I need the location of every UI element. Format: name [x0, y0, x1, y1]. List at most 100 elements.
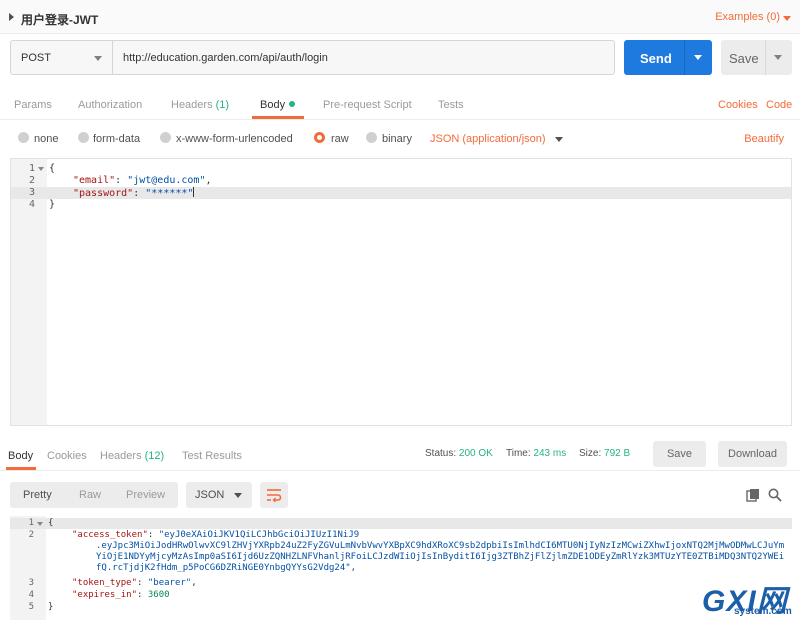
- code-line: 4 }: [11, 199, 791, 211]
- radio-none-label[interactable]: none: [34, 133, 58, 145]
- code-text: "token_type": "bearer",: [72, 578, 197, 588]
- response-tab-headers-label: Headers: [100, 450, 142, 462]
- code-line: 4 "expires_in": 3600: [10, 590, 792, 601]
- content-type-select[interactable]: JSON (application/json): [430, 133, 546, 145]
- line-number: 2: [28, 530, 34, 540]
- send-label: Send: [640, 51, 672, 66]
- code-link[interactable]: Code: [766, 99, 792, 111]
- chevron-down-icon: [94, 56, 102, 61]
- wrap-lines-button[interactable]: [260, 482, 288, 508]
- response-tab-headers-count: (12): [144, 450, 165, 462]
- request-tabs: Params Authorization Headers (1) Body Pr…: [0, 92, 800, 120]
- code-text: "expires_in": 3600: [72, 590, 170, 600]
- view-raw-button[interactable]: Raw: [79, 489, 101, 501]
- radio-raw[interactable]: [314, 132, 325, 143]
- send-options-chevron-icon[interactable]: [694, 55, 702, 60]
- code-line: 3 "token_type": "bearer",: [10, 578, 792, 589]
- code-line-wrapped: .eyJpc3MiOiJodHRwOlwvXC9lZHVjYXRpb24uZ2F…: [10, 541, 792, 581]
- fold-arrow-icon[interactable]: [38, 167, 44, 171]
- line-number: 5: [28, 602, 34, 612]
- json-key: "expires_in": [72, 590, 138, 600]
- tab-body[interactable]: Body: [260, 99, 296, 111]
- code-line: 2 "email": "jwt@edu.com",: [11, 175, 791, 187]
- response-tab-test-results[interactable]: Test Results: [182, 450, 242, 462]
- response-format-select[interactable]: JSON: [186, 482, 252, 508]
- copy-icon[interactable]: [746, 488, 760, 502]
- tab-pre-request-script[interactable]: Pre-request Script: [323, 99, 412, 111]
- text-cursor: [193, 187, 195, 197]
- json-key: "access_token": [72, 530, 148, 540]
- time-label: Time:: [506, 448, 531, 459]
- request-body-editor[interactable]: 1 { 2 "email": "jwt@edu.com", 3 "passwor…: [10, 158, 792, 426]
- radio-raw-label[interactable]: raw: [331, 133, 349, 145]
- code-text: {: [48, 518, 54, 528]
- json-punct: ,: [205, 175, 212, 186]
- json-value: 3600: [147, 590, 170, 600]
- tab-tests[interactable]: Tests: [438, 99, 464, 111]
- radio-binary[interactable]: [366, 132, 377, 143]
- save-response-button[interactable]: Save: [653, 441, 706, 467]
- beautify-link[interactable]: Beautify: [744, 133, 784, 145]
- watermark-domain: system.com: [734, 606, 792, 617]
- send-button[interactable]: Send: [624, 40, 712, 75]
- code-text: {: [49, 163, 56, 174]
- response-tab-body[interactable]: Body: [8, 450, 33, 462]
- method-select[interactable]: POST: [10, 40, 112, 75]
- save-label: Save: [729, 51, 759, 66]
- download-button[interactable]: Download: [718, 441, 787, 467]
- url-value: http://education.garden.com/api/auth/log…: [123, 52, 328, 64]
- response-body-viewer[interactable]: 1 { 2 "access_token": "eyJ0eXAiOiJKV1QiL…: [10, 516, 792, 620]
- site-watermark-logo: GXI网 system.com: [698, 576, 798, 618]
- json-value: "eyJ0eXAiOiJKV1QiLCJhbGciOiJIUzI1NiJ9: [158, 530, 360, 540]
- line-number: 3: [28, 578, 34, 588]
- json-key: "token_type": [72, 578, 138, 588]
- tab-headers-count: (1): [215, 99, 230, 111]
- json-key: "email": [73, 175, 116, 186]
- tab-headers[interactable]: Headers (1): [171, 99, 229, 111]
- view-pretty-button[interactable]: Pretty: [23, 489, 52, 501]
- code-text: }: [49, 199, 56, 210]
- chevron-down-icon: [234, 493, 242, 498]
- radio-urlencoded[interactable]: [160, 132, 171, 143]
- radio-urlencoded-label[interactable]: x-www-form-urlencoded: [176, 133, 293, 145]
- content-type-chevron-icon[interactable]: [555, 137, 563, 142]
- response-tab-cookies[interactable]: Cookies: [47, 450, 87, 462]
- tab-body-label: Body: [260, 99, 286, 111]
- json-value-continued: .eyJpc3MiOiJodHRwOlwvXC9lZHVjYXRpb24uZ2F…: [96, 541, 785, 573]
- url-input[interactable]: http://education.garden.com/api/auth/log…: [112, 40, 615, 75]
- radio-form-data-label[interactable]: form-data: [93, 133, 140, 145]
- tab-headers-label: Headers: [171, 99, 213, 111]
- search-icon[interactable]: [768, 488, 782, 502]
- line-number: 1: [28, 163, 35, 174]
- collapse-caret-icon[interactable]: [9, 13, 14, 21]
- fold-arrow-icon[interactable]: [37, 522, 43, 526]
- save-options-chevron-icon[interactable]: [774, 55, 782, 60]
- save-divider: [765, 40, 766, 75]
- tab-params[interactable]: Params: [14, 99, 52, 111]
- radio-binary-label[interactable]: binary: [382, 133, 412, 145]
- examples-chevron-down-icon[interactable]: [783, 16, 791, 21]
- json-key: "password": [73, 188, 134, 199]
- json-value: "bearer": [147, 578, 192, 588]
- body-indicator-dot-icon: [289, 101, 296, 107]
- view-mode-segmented: Pretty Raw Preview: [10, 482, 178, 508]
- response-toolbar: Pretty Raw Preview JSON: [0, 476, 800, 514]
- tab-authorization[interactable]: Authorization: [78, 99, 142, 111]
- save-response-label: Save: [666, 448, 693, 460]
- radio-form-data[interactable]: [78, 132, 89, 143]
- request-title[interactable]: 用户登录-JWT: [21, 11, 98, 28]
- response-tab-headers[interactable]: Headers (12): [100, 450, 164, 462]
- status-label: Status:: [425, 448, 457, 459]
- line-number: 2: [28, 175, 35, 186]
- cookies-link[interactable]: Cookies: [718, 99, 758, 111]
- send-divider: [684, 40, 685, 75]
- save-button[interactable]: Save: [721, 40, 792, 75]
- radio-none[interactable]: [18, 132, 29, 143]
- examples-dropdown[interactable]: Examples (0): [715, 11, 780, 23]
- wrap-lines-icon: [267, 489, 282, 502]
- response-format-value: JSON: [195, 489, 225, 501]
- code-line: 5 }: [10, 602, 792, 613]
- view-preview-button[interactable]: Preview: [126, 489, 165, 501]
- request-title-bar: 用户登录-JWT Examples (0): [0, 0, 800, 34]
- line-number: 1: [28, 518, 34, 528]
